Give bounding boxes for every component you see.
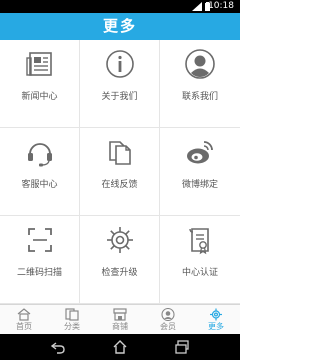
home-icon [17,308,31,321]
headset-icon [28,143,52,167]
tab-member[interactable]: 会员 [144,305,192,334]
grid-item-label: 检查升级 [101,268,138,278]
grid-item-contact[interactable]: 联系我们 [160,40,240,128]
tab-label: 更多 [208,322,224,331]
contact-icon [185,49,215,79]
more-grid: 新闻中心 关于我们 联系我们 客服中心 在线反馈 微博绑定 二维码扫描 检查升级… [0,40,240,304]
grid-item-feedback[interactable]: 在线反馈 [80,128,160,216]
feedback-icon [109,141,131,165]
store-icon [113,308,127,321]
status-time: 10:18 [208,1,234,11]
grid-item-update[interactable]: 检查升级 [80,216,160,304]
grid-item-label: 微博绑定 [181,180,218,190]
back-icon[interactable] [51,340,65,354]
grid-item-label: 二维码扫描 [16,268,62,278]
certificate-icon [189,228,209,255]
grid-item-label: 中心认证 [181,268,218,278]
status-bar: 10:18 [0,0,240,13]
grid-item-label: 在线反馈 [101,180,138,190]
tab-label: 分类 [64,322,80,331]
news-icon [26,52,52,76]
gear-icon [107,227,133,253]
grid-item-certification[interactable]: 中心认证 [160,216,240,304]
tab-category[interactable]: 分类 [48,305,96,334]
grid-item-label: 联系我们 [181,92,218,102]
member-icon [161,308,175,321]
tab-home[interactable]: 首页 [0,305,48,334]
recent-apps-icon[interactable] [175,340,189,354]
more-gear-icon [210,308,222,321]
grid-item-service[interactable]: 客服中心 [0,128,80,216]
grid-item-qr-scan[interactable]: 二维码扫描 [0,216,80,304]
tab-label: 首页 [16,322,32,331]
page-title: 更多 [0,13,240,40]
signal-icon [192,2,202,11]
grid-item-label: 新闻中心 [21,92,58,102]
grid-item-label: 关于我们 [101,92,138,102]
tab-store[interactable]: 商铺 [96,305,144,334]
tab-label: 会员 [160,322,176,331]
grid-item-about[interactable]: 关于我们 [80,40,160,128]
home-nav-icon[interactable] [113,340,127,354]
tab-label: 商铺 [112,322,128,331]
qr-scan-icon [28,228,52,252]
bottom-tab-bar: 首页 分类 商铺 会员 更多 [0,304,240,334]
weibo-icon [187,141,213,164]
tab-more[interactable]: 更多 [192,305,240,334]
category-icon [65,308,79,321]
grid-item-weibo[interactable]: 微博绑定 [160,128,240,216]
grid-item-label: 客服中心 [21,180,58,190]
info-icon [106,50,134,78]
grid-item-news[interactable]: 新闻中心 [0,40,80,128]
system-nav-bar [0,334,240,360]
